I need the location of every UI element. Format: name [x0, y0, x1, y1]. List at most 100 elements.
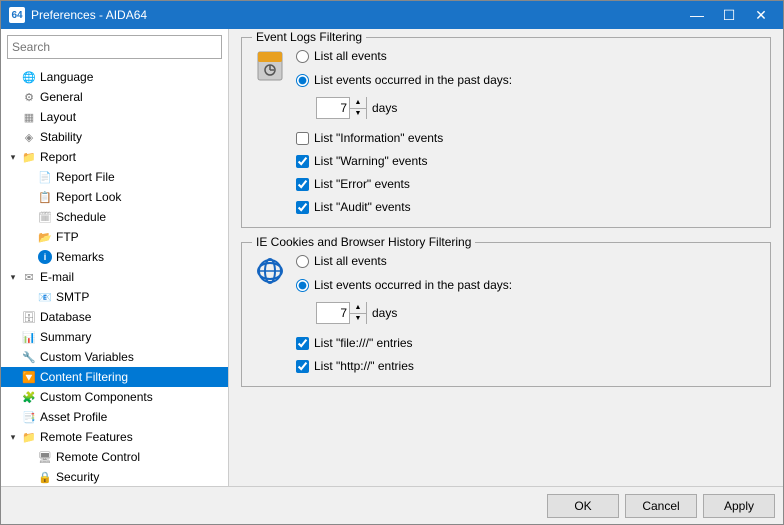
- tree-item-remarks[interactable]: i Remarks: [1, 247, 228, 267]
- tree-item-database[interactable]: 🗄 Database: [1, 307, 228, 327]
- event-logs-check2-row: List "Warning" events: [296, 151, 758, 171]
- tree-label-report-look: Report Look: [56, 190, 121, 204]
- tree-label-custom-variables: Custom Variables: [40, 350, 134, 364]
- event-logs-section: Event Logs Filtering: [241, 37, 771, 228]
- globe-icon: 🌐: [21, 69, 37, 85]
- ie-cookies-spinner-input[interactable]: 7: [317, 303, 349, 323]
- tree-item-summary[interactable]: 📊 Summary: [1, 327, 228, 347]
- ie-cookies-spinner-up[interactable]: ▲: [350, 302, 366, 313]
- event-logs-radio-all[interactable]: [296, 50, 309, 63]
- event-logs-check-information[interactable]: [296, 132, 309, 145]
- tree-item-report[interactable]: ▾ 📁 Report: [1, 147, 228, 167]
- asset-icon: 📑: [21, 409, 37, 425]
- search-input[interactable]: [12, 40, 217, 54]
- event-logs-check-error[interactable]: [296, 178, 309, 191]
- ie-cookies-check-http[interactable]: [296, 360, 309, 373]
- ok-button[interactable]: OK: [547, 494, 619, 518]
- tree-item-security[interactable]: 🔒 Security: [1, 467, 228, 486]
- event-logs-spinner[interactable]: 7 ▲ ▼: [316, 97, 367, 119]
- ie-cookies-check2-row: List "http://" entries: [296, 356, 758, 376]
- info-icon: i: [37, 249, 53, 265]
- event-logs-radio2-label: List events occurred in the past days:: [314, 73, 512, 87]
- event-logs-radio-past[interactable]: [296, 74, 309, 87]
- tree-item-asset-profile[interactable]: 📑 Asset Profile: [1, 407, 228, 427]
- tree-item-language[interactable]: 🌐 Language: [1, 67, 228, 87]
- ie-cookies-checkboxes: List "file:///" entries List "http://" e…: [296, 333, 758, 376]
- tree-label-remote-features: Remote Features: [40, 430, 133, 444]
- apply-button[interactable]: Apply: [703, 494, 775, 518]
- tree-label-layout: Layout: [40, 110, 76, 124]
- event-logs-radio1-row: List all events: [296, 46, 758, 66]
- smtp-icon: 📧: [37, 289, 53, 305]
- ie-cookies-fields: List all events List events occurred in …: [296, 251, 758, 376]
- search-box[interactable]: [7, 35, 222, 59]
- layout-icon: ▦: [21, 109, 37, 125]
- event-logs-radio2-row: List events occurred in the past days:: [296, 70, 758, 90]
- ie-cookies-check1-label: List "file:///" entries: [314, 336, 413, 350]
- tree-label-stability: Stability: [40, 130, 82, 144]
- event-logs-spinner-up[interactable]: ▲: [350, 97, 366, 108]
- event-logs-days-label: days: [372, 101, 397, 115]
- main-window: 64 Preferences - AIDA64 — ☐ ✕ 🌐 Language: [0, 0, 784, 525]
- tree-item-ftp[interactable]: 📂 FTP: [1, 227, 228, 247]
- report-file-icon: 📄: [37, 169, 53, 185]
- tree-item-general[interactable]: ⚙ General: [1, 87, 228, 107]
- tree-expand-report[interactable]: ▾: [5, 152, 21, 163]
- window-title: Preferences - AIDA64: [31, 8, 683, 22]
- event-logs-spinner-down[interactable]: ▼: [350, 108, 366, 120]
- ie-cookies-spinner[interactable]: 7 ▲ ▼: [316, 302, 367, 324]
- ie-cookies-radio-all[interactable]: [296, 255, 309, 268]
- event-logs-spinner-input[interactable]: 7: [317, 98, 349, 118]
- event-logs-check-warning[interactable]: [296, 155, 309, 168]
- content-area: 🌐 Language ⚙ General ▦ Layout: [1, 29, 783, 486]
- tree-item-remote-features[interactable]: ▾ 📁 Remote Features: [1, 427, 228, 447]
- tree-item-stability[interactable]: ◈ Stability: [1, 127, 228, 147]
- window-controls: — ☐ ✕: [683, 1, 775, 29]
- maximize-button[interactable]: ☐: [715, 1, 743, 29]
- ie-cookies-radio-group: List all events List events occurred in …: [296, 251, 758, 327]
- ie-cookies-title: IE Cookies and Browser History Filtering: [252, 235, 475, 249]
- tree-label-remote-control: Remote Control: [56, 450, 140, 464]
- tree-item-smtp[interactable]: 📧 SMTP: [1, 287, 228, 307]
- close-button[interactable]: ✕: [747, 1, 775, 29]
- ie-cookies-spinner-down[interactable]: ▼: [350, 313, 366, 325]
- tree-expand-remote-features[interactable]: ▾: [5, 432, 21, 443]
- event-logs-spinner-row: 7 ▲ ▼ days: [316, 97, 758, 119]
- event-logs-check1-label: List "Information" events: [314, 131, 443, 145]
- tree-label-smtp: SMTP: [56, 290, 89, 304]
- ie-cookies-radio1-row: List all events: [296, 251, 758, 271]
- event-logs-check-audit[interactable]: [296, 201, 309, 214]
- tree-item-schedule[interactable]: 🗓 Schedule: [1, 207, 228, 227]
- event-logs-icon-area: [254, 46, 286, 217]
- ie-cookies-radio-past[interactable]: [296, 279, 309, 292]
- minimize-button[interactable]: —: [683, 1, 711, 29]
- event-logs-check4-row: List "Audit" events: [296, 197, 758, 217]
- tree-item-report-file[interactable]: 📄 Report File: [1, 167, 228, 187]
- cancel-button[interactable]: Cancel: [625, 494, 697, 518]
- ie-cookies-content: List all events List events occurred in …: [254, 251, 758, 376]
- remote-ctrl-icon: 🖥: [37, 449, 53, 465]
- right-panel: Event Logs Filtering: [229, 29, 783, 486]
- tree-item-report-look[interactable]: 📋 Report Look: [1, 187, 228, 207]
- tree-item-layout[interactable]: ▦ Layout: [1, 107, 228, 127]
- tree-item-custom-components[interactable]: 🧩 Custom Components: [1, 387, 228, 407]
- tree-label-schedule: Schedule: [56, 210, 106, 224]
- database-icon: 🗄: [21, 309, 37, 325]
- tree-item-content-filtering[interactable]: 🔽 Content Filtering: [1, 367, 228, 387]
- tree-label-report-file: Report File: [56, 170, 115, 184]
- ie-cookies-check2-label: List "http://" entries: [314, 359, 414, 373]
- tree-expand-email[interactable]: ▾: [5, 272, 21, 283]
- custom-comp-icon: 🧩: [21, 389, 37, 405]
- event-logs-check1-row: List "Information" events: [296, 128, 758, 148]
- tree-item-email[interactable]: ▾ ✉ E-mail: [1, 267, 228, 287]
- tree-label-content-filtering: Content Filtering: [40, 370, 128, 384]
- event-logs-spinner-btns: ▲ ▼: [349, 97, 366, 119]
- ie-cookies-check-file[interactable]: [296, 337, 309, 350]
- tree-item-custom-variables[interactable]: 🔧 Custom Variables: [1, 347, 228, 367]
- tree-label-language: Language: [40, 70, 93, 84]
- stability-icon: ◈: [21, 129, 37, 145]
- ie-browser-icon: [254, 255, 286, 287]
- tree-item-remote-control[interactable]: 🖥 Remote Control: [1, 447, 228, 467]
- tree-label-asset-profile: Asset Profile: [40, 410, 107, 424]
- ie-cookies-radio1-label: List all events: [314, 254, 387, 268]
